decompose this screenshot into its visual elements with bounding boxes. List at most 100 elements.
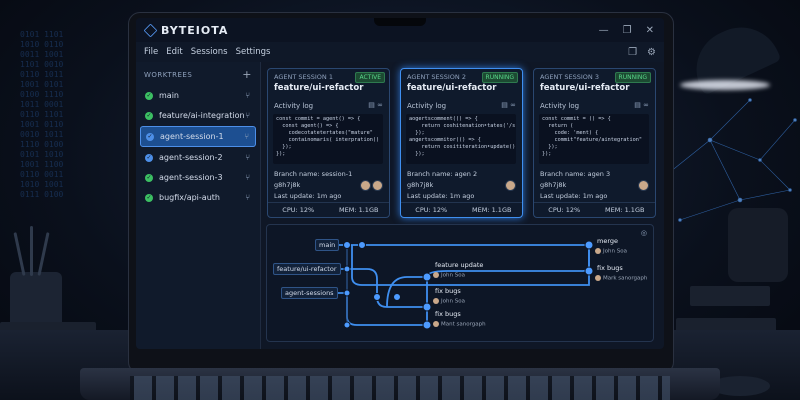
window-controls: — ❐ ✕ bbox=[599, 25, 654, 36]
card-heading: AGENT SESSION 3 bbox=[540, 73, 599, 81]
commit-author: John Soa bbox=[433, 272, 465, 279]
gear-icon[interactable]: ⚙ bbox=[647, 47, 656, 58]
avatar bbox=[433, 272, 439, 278]
binary-decoration: 0101 1101 1010 0110 0011 1001 1101 0010 0110… bbox=[20, 30, 64, 199]
branch-icon: ⑂ bbox=[244, 132, 249, 141]
link-icon[interactable]: ∞ bbox=[377, 101, 383, 109]
menu-settings[interactable]: Settings bbox=[236, 47, 271, 57]
add-worktree-button[interactable]: + bbox=[242, 68, 252, 81]
session-card[interactable]: AGENT SESSION 3 RUNNING feature/ui-refac… bbox=[533, 68, 656, 218]
activity-log: const commit = () => { return ( code: 'm… bbox=[539, 114, 649, 164]
pencil bbox=[37, 232, 50, 276]
commit-label: fix bugs bbox=[435, 310, 461, 318]
commit-node bbox=[343, 241, 351, 249]
file-icon[interactable]: ▤ bbox=[368, 101, 375, 109]
mem-usage: MEM: 1.1GB bbox=[472, 206, 512, 214]
worktree-item[interactable]: ✓ feature/ai-integration ⑂ bbox=[140, 106, 256, 125]
activity-log-label: Activity log bbox=[540, 102, 580, 110]
session-card[interactable]: AGENT SESSION 1 ACTIVE feature/ui-refact… bbox=[267, 68, 390, 218]
file-icon[interactable]: ▤ bbox=[501, 101, 508, 109]
main-panel: AGENT SESSION 1 ACTIVE feature/ui-refact… bbox=[260, 62, 664, 349]
avatar bbox=[360, 180, 371, 191]
avatar bbox=[638, 180, 649, 191]
minimize-button[interactable]: — bbox=[599, 25, 609, 36]
commit-node bbox=[343, 289, 351, 297]
commit-label: fix bugs bbox=[435, 287, 461, 295]
avatars bbox=[638, 180, 649, 191]
branch-label-main[interactable]: main bbox=[315, 239, 340, 251]
branch-icon: ⑂ bbox=[245, 153, 250, 162]
commit-node bbox=[584, 266, 594, 276]
commit-author: John Soa bbox=[595, 248, 627, 255]
file-icon[interactable]: ▤ bbox=[634, 101, 641, 109]
check-icon: ✓ bbox=[145, 173, 153, 182]
logo-icon bbox=[143, 23, 158, 37]
worktree-item[interactable]: ✓ agent-session-2 ⑂ bbox=[140, 148, 256, 167]
last-update: Last update: 1m ago bbox=[274, 192, 342, 200]
worktree-item[interactable]: ✓ agent-session-3 ⑂ bbox=[140, 168, 256, 187]
menu-bar: File Edit Sessions Settings ❐ ⚙ bbox=[136, 42, 664, 62]
card-heading: AGENT SESSION 1 bbox=[274, 73, 333, 81]
status-badge: RUNNING bbox=[614, 72, 651, 83]
worktree-item[interactable]: ✓ bugfix/api-auth ⑂ bbox=[140, 188, 256, 207]
avatars bbox=[505, 180, 516, 191]
branch-icon: ⑂ bbox=[245, 173, 250, 182]
commit-node bbox=[373, 293, 381, 301]
app-logo: BYTEIOTA bbox=[143, 23, 229, 37]
worktree-item[interactable]: ✓ main ⑂ bbox=[140, 86, 256, 105]
activity-log-label: Activity log bbox=[407, 102, 447, 110]
mem-usage: MEM: 1.1GB bbox=[339, 206, 379, 214]
check-icon: ✓ bbox=[145, 153, 153, 162]
log-actions: ▤ ∞ bbox=[501, 101, 516, 109]
github-icon[interactable]: ◎ bbox=[641, 229, 647, 237]
sidebar-heading: WORKTREES bbox=[144, 70, 193, 79]
author-name: Mark sanorgaph bbox=[603, 275, 648, 282]
mem-usage: MEM: 1.1GB bbox=[605, 206, 645, 214]
activity-log: aogertscomment(() => { return coshitenat… bbox=[406, 114, 516, 164]
commit-label: feature update bbox=[435, 261, 484, 269]
log-actions: ▤ ∞ bbox=[634, 101, 649, 109]
worktree-label: agent-session-1 bbox=[160, 132, 224, 141]
last-update: Last update: 1m ago bbox=[540, 192, 608, 200]
branch-label-agent[interactable]: agent-sessions bbox=[281, 287, 338, 299]
sidebar: WORKTREES + ✓ main ⑂ ✓ feature/ai-integr… bbox=[136, 62, 261, 349]
menu-edit[interactable]: Edit bbox=[166, 47, 182, 57]
app-name: BYTEIOTA bbox=[161, 23, 229, 37]
book bbox=[690, 286, 770, 306]
link-icon[interactable]: ∞ bbox=[643, 101, 649, 109]
pencil bbox=[30, 226, 33, 276]
card-title: feature/ui-refactor bbox=[407, 83, 497, 93]
branch-name: Branch name: session-1 bbox=[274, 170, 353, 178]
menu-file[interactable]: File bbox=[144, 47, 158, 57]
menu-sessions[interactable]: Sessions bbox=[191, 47, 228, 57]
commit-author: John Soa bbox=[433, 298, 465, 305]
commit-author: Mant sanorgaph bbox=[433, 321, 486, 328]
check-icon: ✓ bbox=[145, 111, 153, 120]
card-title: feature/ui-refactor bbox=[274, 83, 364, 93]
worktree-label: feature/ai-integration bbox=[159, 111, 245, 120]
worktree-item-active[interactable]: ✓ agent-session-1 ⑂ bbox=[140, 126, 256, 147]
worktree-label: agent-session-2 bbox=[159, 153, 223, 162]
branch-icon: ⑂ bbox=[245, 193, 250, 202]
branch-label-feature[interactable]: feature/ui-refactor bbox=[273, 263, 341, 275]
window-icon[interactable]: ❐ bbox=[628, 47, 637, 58]
merge-2 bbox=[386, 276, 427, 308]
maximize-button[interactable]: ❐ bbox=[623, 25, 632, 36]
commit-hash: g8h7j8k bbox=[540, 181, 567, 189]
link-icon[interactable]: ∞ bbox=[510, 101, 516, 109]
cpu-usage: CPU: 12% bbox=[415, 206, 448, 214]
commit-node bbox=[584, 240, 594, 250]
session-card-highlighted[interactable]: AGENT SESSION 2 RUNNING feature/ui-refac… bbox=[400, 68, 523, 218]
close-button[interactable]: ✕ bbox=[646, 25, 654, 36]
branch-icon: ⑂ bbox=[245, 91, 250, 100]
worktree-label: bugfix/api-auth bbox=[159, 193, 220, 202]
log-actions: ▤ ∞ bbox=[368, 101, 383, 109]
lamp-glow bbox=[680, 80, 770, 90]
feature-line bbox=[337, 268, 427, 308]
commit-node bbox=[422, 320, 432, 330]
resource-stats: CPU: 12% MEM: 1.1GB bbox=[401, 202, 522, 217]
commit-node bbox=[358, 241, 366, 249]
branch-name: Branch name: agen 3 bbox=[540, 170, 611, 178]
avatar bbox=[595, 248, 601, 254]
commit-graph: ◎ main feature/ui-refactor agent-session… bbox=[266, 224, 654, 342]
